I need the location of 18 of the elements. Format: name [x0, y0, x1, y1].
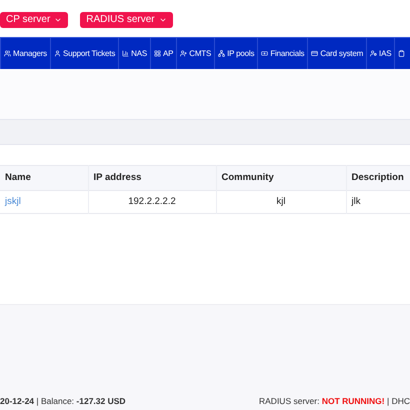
table-cell: 192.2.2.2.2 [88, 190, 216, 214]
server-status-text: RADIUS server: NOT RUNNING! | DHC [259, 395, 410, 408]
table-cell: kjl [216, 190, 346, 214]
card-icon [311, 50, 318, 57]
server-dropdown-button[interactable]: RADIUS server [80, 12, 173, 28]
clipboard-icon [398, 50, 406, 57]
user-cog-icon [370, 50, 378, 57]
signal-icon [122, 50, 130, 57]
users-icon [4, 50, 11, 57]
network-icon [218, 50, 226, 57]
server-dropdown-button[interactable]: CP server [0, 12, 68, 28]
table-cell: jlk [346, 190, 410, 214]
user-icon [54, 50, 61, 57]
balance-text: 20-12-24 | Balance: -127.32 USD [0, 395, 126, 408]
grid-icon [154, 50, 161, 57]
nas-name-link[interactable]: jskjl [5, 196, 21, 207]
banknote-icon [261, 50, 268, 57]
user-plus-icon [180, 50, 188, 57]
